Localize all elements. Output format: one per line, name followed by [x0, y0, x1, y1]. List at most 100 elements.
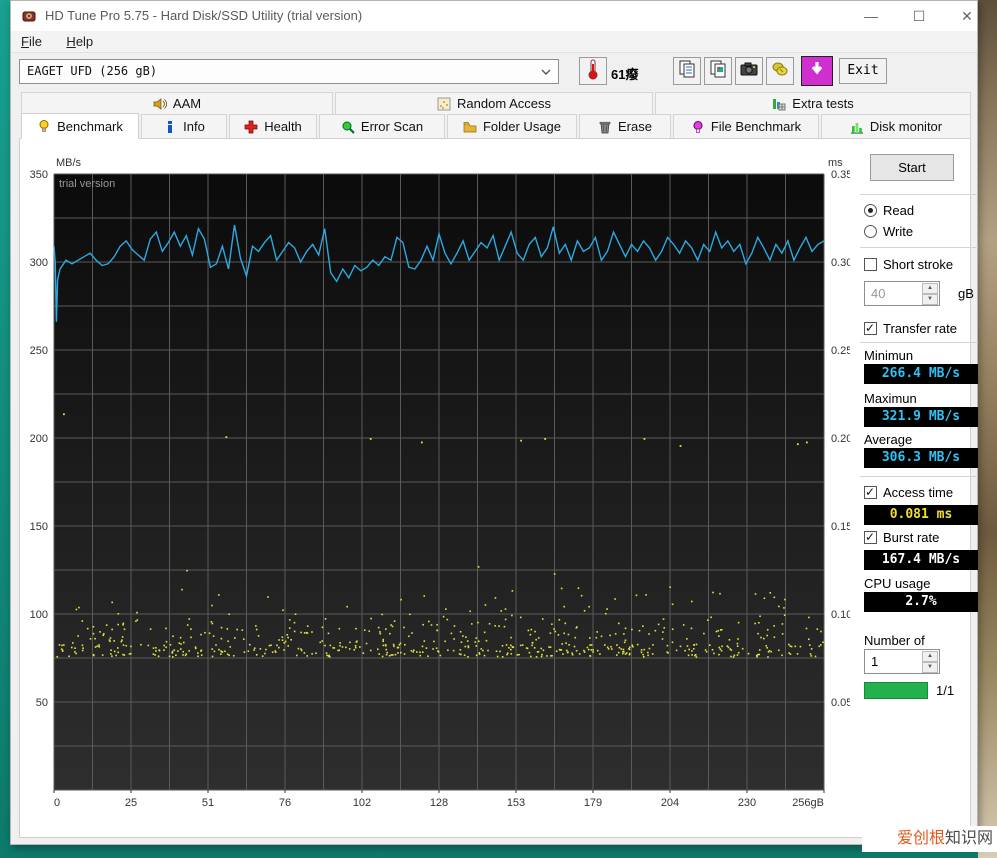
- tab-strip: AAM Random Access Extra tests Benchmark …: [11, 91, 977, 139]
- watermark-part1: 爱创根: [896, 830, 945, 847]
- copy-text-icon: [677, 59, 697, 84]
- checkbox[interactable]: [864, 258, 877, 271]
- tab-label: AAM: [172, 96, 202, 111]
- minimum-label: Minimun: [864, 348, 914, 363]
- burst-rate-checkbox[interactable]: Burst rate: [864, 530, 939, 545]
- download-button[interactable]: [801, 56, 833, 86]
- short-stroke-checkbox[interactable]: Short stroke: [864, 257, 953, 272]
- burst-rate-value: 167.4 MB/s: [864, 550, 978, 570]
- tab-aam[interactable]: AAM: [21, 92, 333, 114]
- svg-text:300: 300: [30, 257, 48, 269]
- spinner-arrows[interactable]: ▲ ▼: [922, 651, 938, 673]
- temperature-button[interactable]: [579, 57, 607, 85]
- separator: [860, 247, 978, 248]
- number-of-spinner[interactable]: 1 ▲ ▼: [864, 649, 940, 674]
- cpu-usage-label: CPU usage: [864, 576, 931, 591]
- svg-text:200: 200: [30, 433, 48, 445]
- minimize-button[interactable]: —: [849, 1, 893, 31]
- radio-circle[interactable]: [864, 204, 877, 217]
- tab-folder-usage[interactable]: Folder Usage: [447, 114, 577, 138]
- svg-text:0.05: 0.05: [831, 697, 850, 709]
- tab-health[interactable]: Health: [229, 114, 317, 138]
- transfer-rate-label: Transfer rate: [883, 321, 957, 336]
- save-results-button[interactable]: [766, 57, 794, 85]
- svg-text:230: 230: [738, 797, 756, 809]
- title-bar: HD Tune Pro 5.75 - Hard Disk/SSD Utility…: [11, 1, 977, 31]
- svg-text:150: 150: [30, 521, 48, 533]
- checkbox[interactable]: [864, 322, 877, 335]
- radio-circle[interactable]: [864, 225, 877, 238]
- start-button[interactable]: Start: [870, 154, 954, 181]
- bar-chart-icon: [850, 120, 864, 134]
- svg-text:153: 153: [507, 797, 525, 809]
- camera-icon: [739, 59, 759, 84]
- svg-text:0: 0: [54, 797, 60, 809]
- short-stroke-unit: gB: [958, 286, 974, 301]
- copy-text-button[interactable]: [673, 57, 701, 85]
- progress-bar: [864, 682, 928, 699]
- menu-file[interactable]: File: [11, 31, 52, 49]
- spin-up-icon[interactable]: ▲: [922, 283, 938, 294]
- tab-label: Info: [183, 119, 205, 134]
- folder-icon: [463, 120, 477, 134]
- transfer-rate-checkbox[interactable]: Transfer rate: [864, 321, 957, 336]
- drive-selector[interactable]: EAGET UFD (256 gB): [19, 59, 559, 84]
- maximize-button[interactable]: ☐: [897, 1, 941, 31]
- tab-random-access[interactable]: Random Access: [335, 92, 653, 114]
- read-label: Read: [883, 203, 915, 218]
- tab-extra-tests[interactable]: Extra tests: [655, 92, 971, 114]
- svg-text:100: 100: [30, 609, 48, 621]
- write-label: Write: [883, 224, 914, 239]
- svg-text:350: 350: [30, 169, 48, 181]
- chevron-down-icon: [538, 64, 554, 80]
- write-radio[interactable]: Write: [864, 224, 913, 239]
- spin-down-icon[interactable]: ▼: [922, 662, 938, 673]
- svg-text:250: 250: [30, 345, 48, 357]
- tab-info[interactable]: Info: [141, 114, 227, 138]
- tab-label: Extra tests: [792, 96, 854, 111]
- spin-up-icon[interactable]: ▲: [922, 651, 938, 662]
- svg-text:0.35: 0.35: [831, 169, 850, 181]
- checkbox[interactable]: [864, 486, 877, 499]
- temperature-value: 61癈: [611, 67, 639, 82]
- access-time-label: Access time: [883, 485, 954, 500]
- screenshot-button[interactable]: [735, 57, 763, 85]
- short-stroke-value: 40: [871, 286, 886, 301]
- speaker-icon: [153, 97, 167, 111]
- close-button[interactable]: ✕: [945, 1, 989, 31]
- svg-text:204: 204: [661, 797, 679, 809]
- scatter-plot-icon: [437, 97, 451, 111]
- tab-erase[interactable]: Erase: [579, 114, 671, 138]
- app-window: HD Tune Pro 5.75 - Hard Disk/SSD Utility…: [10, 0, 978, 845]
- chart-grid-icon: [772, 97, 786, 111]
- download-arrow-icon: [807, 59, 827, 84]
- spin-down-icon[interactable]: ▼: [922, 294, 938, 305]
- svg-text:0.20: 0.20: [831, 433, 850, 445]
- menu-help[interactable]: Help: [56, 31, 103, 49]
- save-gold-icon: [770, 59, 790, 84]
- checkbox[interactable]: [864, 531, 877, 544]
- copy-image-icon: [708, 59, 728, 84]
- tab-row-upper: AAM Random Access Extra tests: [21, 92, 971, 114]
- trash-icon: [598, 120, 612, 134]
- tab-label: Erase: [618, 119, 652, 134]
- separator: [860, 342, 978, 343]
- access-time-checkbox[interactable]: Access time: [864, 485, 953, 500]
- svg-text:trial version: trial version: [59, 178, 115, 190]
- svg-text:0.25: 0.25: [831, 345, 850, 357]
- spinner-arrows[interactable]: ▲ ▼: [922, 283, 938, 305]
- svg-text:ms: ms: [828, 157, 843, 169]
- watermark: 爱创根知识网: [862, 826, 997, 852]
- copy-image-button[interactable]: [704, 57, 732, 85]
- short-stroke-spinner[interactable]: 40 ▲ ▼: [864, 281, 940, 306]
- read-radio[interactable]: Read: [864, 203, 914, 218]
- tab-file-benchmark[interactable]: File Benchmark: [673, 114, 819, 138]
- tab-disk-monitor[interactable]: Disk monitor: [821, 114, 971, 138]
- benchmark-panel: MB/s ms 350 0.35 300 0.30 250 0.25 200 0.20 150 0.1…: [19, 138, 978, 838]
- svg-text:51: 51: [202, 797, 214, 809]
- tab-label: Random Access: [457, 96, 551, 111]
- exit-button[interactable]: Exit: [839, 58, 887, 84]
- tab-error-scan[interactable]: Error Scan: [319, 114, 445, 138]
- tab-label: Benchmark: [57, 118, 123, 134]
- tab-benchmark[interactable]: Benchmark: [21, 113, 139, 139]
